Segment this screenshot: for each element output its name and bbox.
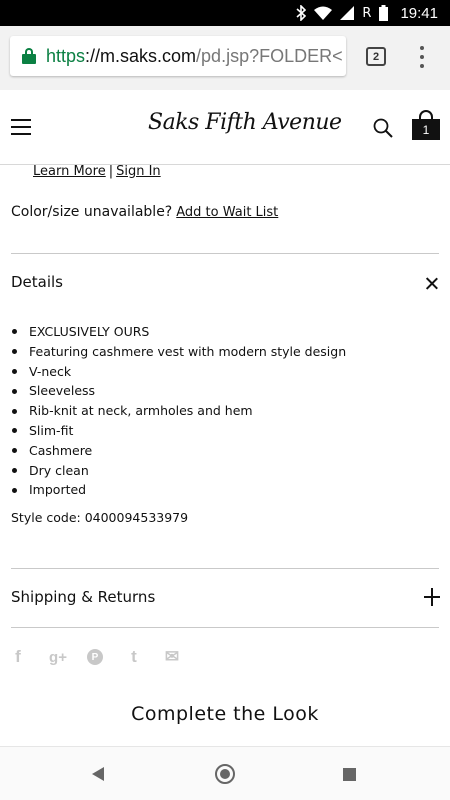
style-code: Style code: 0400094533979 bbox=[11, 510, 189, 525]
bag-count: 1 bbox=[412, 119, 440, 140]
shipping-returns-heading[interactable]: Shipping & Returns bbox=[11, 588, 155, 606]
learn-more-link[interactable]: Learn More bbox=[33, 164, 106, 179]
android-nav-bar bbox=[0, 746, 450, 800]
browser-menu-button[interactable] bbox=[418, 44, 426, 70]
facebook-icon[interactable]: f bbox=[11, 647, 25, 666]
list-item: Slim-fit bbox=[11, 421, 346, 441]
recent-apps-icon[interactable] bbox=[343, 768, 356, 781]
details-list: EXCLUSIVELY OURS Featuring cashmere vest… bbox=[11, 322, 346, 500]
waitlist-row: Color/size unavailable? Add to Wait List bbox=[11, 204, 278, 220]
status-bar: R 19:41 bbox=[0, 0, 450, 26]
list-item: Featuring cashmere vest with modern styl… bbox=[11, 342, 346, 362]
list-item: Imported bbox=[11, 480, 346, 500]
list-item: EXCLUSIVELY OURS bbox=[11, 322, 346, 342]
bluetooth-icon bbox=[296, 5, 307, 21]
home-icon[interactable] bbox=[215, 764, 235, 784]
url-bar[interactable]: https://m.saks.com/pd.jsp?FOLDER< bbox=[10, 36, 346, 76]
divider bbox=[11, 568, 439, 569]
wifi-icon bbox=[314, 6, 333, 20]
complete-the-look-heading: Complete the Look bbox=[131, 703, 319, 725]
saks-logo[interactable]: Saks Fifth Avenue bbox=[148, 110, 342, 135]
site-header: Saks Fifth Avenue 1 bbox=[0, 90, 450, 165]
close-icon[interactable] bbox=[425, 277, 438, 290]
divider bbox=[11, 627, 439, 628]
details-heading[interactable]: Details bbox=[11, 273, 63, 291]
url-path: /pd.jsp?FOLDER< bbox=[196, 45, 343, 66]
list-item: Cashmere bbox=[11, 441, 346, 461]
list-item: Sleeveless bbox=[11, 381, 346, 401]
signal-icon bbox=[340, 6, 355, 20]
hamburger-menu-icon[interactable] bbox=[11, 119, 31, 135]
waitlist-label: Color/size unavailable? bbox=[11, 204, 173, 220]
add-to-wait-list-link[interactable]: Add to Wait List bbox=[176, 205, 278, 220]
shopping-bag-icon[interactable]: 1 bbox=[412, 110, 440, 140]
google-plus-icon[interactable]: g+ bbox=[47, 648, 69, 666]
search-icon[interactable] bbox=[373, 118, 393, 138]
list-item: Dry clean bbox=[11, 461, 346, 481]
tab-switcher-button[interactable]: 2 bbox=[366, 47, 386, 66]
battery-icon bbox=[379, 5, 389, 21]
divider bbox=[11, 253, 439, 254]
plus-icon[interactable] bbox=[424, 588, 440, 606]
url-scheme: https bbox=[46, 45, 86, 66]
list-item: V-neck bbox=[11, 362, 346, 382]
twitter-icon[interactable]: t bbox=[125, 647, 143, 666]
sign-in-link[interactable]: Sign In bbox=[116, 164, 161, 179]
list-item: Rib-knit at neck, armholes and hem bbox=[11, 401, 346, 421]
account-links: Learn More | Sign In bbox=[33, 164, 161, 179]
email-icon[interactable]: ✉ bbox=[163, 647, 181, 666]
back-icon[interactable] bbox=[92, 767, 104, 781]
link-separator: | bbox=[108, 164, 114, 179]
lock-icon bbox=[22, 48, 36, 64]
browser-toolbar: https://m.saks.com/pd.jsp?FOLDER< 2 bbox=[0, 26, 450, 90]
status-time: 19:41 bbox=[400, 4, 438, 22]
pinterest-icon[interactable]: P bbox=[87, 649, 103, 665]
url-host: ://m.saks.com bbox=[85, 45, 197, 66]
social-share-row: f g+ P t ✉ bbox=[11, 647, 181, 666]
roaming-r-icon: R bbox=[362, 5, 372, 21]
